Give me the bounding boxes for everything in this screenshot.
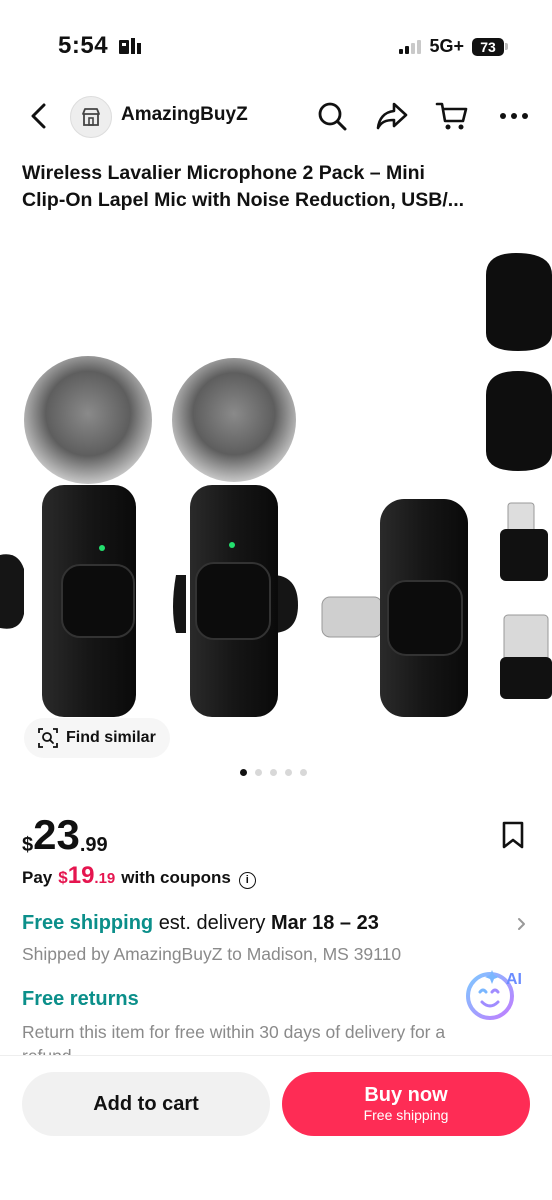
est-delivery-label: est. delivery [158,912,266,934]
product-title: Wireless Lavalier Microphone 2 Pack – Mi… [22,162,465,211]
signal-icon [399,39,422,54]
free-returns-label[interactable]: Free returns [22,988,139,1011]
store-icon [82,108,100,126]
save-button[interactable] [500,820,530,852]
product-gallery[interactable] [0,245,552,750]
ai-label: AI [506,971,522,988]
share-icon [376,102,408,130]
info-icon[interactable]: i [238,872,256,889]
coupon-price: $19.19 [58,862,116,889]
status-indicators: 5G+ 73 [399,36,508,57]
pagination-dot[interactable] [240,769,247,776]
gallery-pagination[interactable] [240,769,307,776]
pagination-dot[interactable] [255,769,262,776]
product-image [0,253,552,717]
more-button[interactable] [494,96,534,136]
pagination-dot[interactable] [300,769,307,776]
back-button[interactable] [22,98,54,134]
product-price: $ 23 .99 [22,811,108,858]
chevron-right-icon[interactable] [516,914,528,934]
ai-assistant-icon: AI [466,970,522,1020]
ai-assistant-button[interactable]: AI [462,962,528,1020]
find-similar-label: Find similar [66,729,156,746]
share-button[interactable] [372,96,412,136]
network-label: 5G+ [429,36,464,56]
buy-now-label: Buy now [364,1084,448,1106]
shipping-detail: Shipped by AmazingBuyZ to Madison, MS 39… [22,944,402,964]
chevron-left-icon [31,103,46,129]
delivery-dates: Mar 18 – 23 [270,912,379,934]
buy-now-button[interactable]: Buy now Free shipping [282,1072,530,1136]
search-button[interactable] [312,96,352,136]
image-search-icon [38,728,58,748]
pagination-dot[interactable] [270,769,277,776]
returns-detail: Return this item for free within 30 days… [22,1022,446,1060]
free-shipping-label: Free shipping [22,912,154,934]
battery-icon: 73 [472,37,508,56]
search-icon [318,102,347,131]
more-icon [500,113,528,119]
status-time: 5:54 [58,32,109,59]
bookmark-icon [502,821,524,849]
coupon-price-row[interactable]: Pay $19.19 with coupons i [22,862,256,890]
cart-button[interactable] [432,96,472,136]
store-name[interactable]: AmazingBuyZ [121,104,248,126]
find-similar-button[interactable]: Find similar [24,718,170,758]
add-to-cart-button[interactable]: Add to cart [22,1072,270,1136]
cart-icon [435,102,468,130]
focus-mode-icon [118,37,144,62]
store-avatar[interactable] [70,96,112,138]
pagination-dot[interactable] [285,769,292,776]
buy-now-sublabel: Free shipping [363,1107,449,1123]
shipping-row[interactable]: Free shipping est. delivery Mar 18 – 23 [22,912,379,935]
